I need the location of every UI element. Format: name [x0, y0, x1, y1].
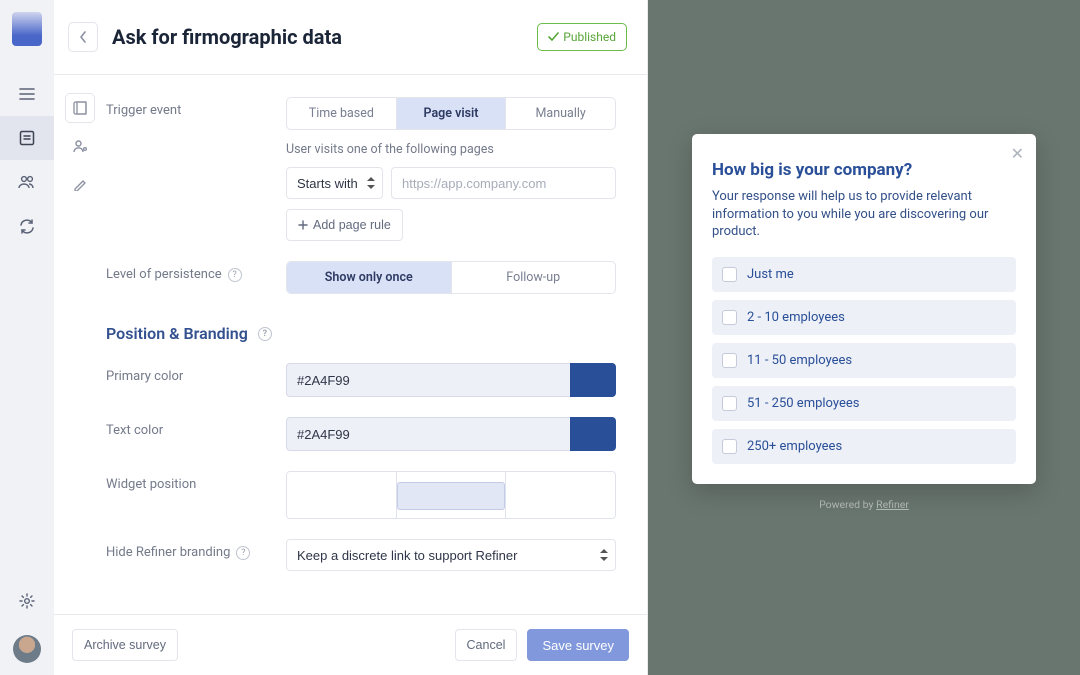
preview-pane: ✕ How big is your company? Your response…	[648, 0, 1080, 675]
survey-question: How big is your company?	[712, 160, 1016, 180]
nav-users-icon[interactable]	[0, 160, 54, 204]
topbar: Ask for firmographic data Published	[54, 0, 647, 75]
position-picker	[286, 471, 616, 519]
avatar[interactable]	[13, 635, 41, 663]
survey-option[interactable]: 250+ employees	[712, 429, 1016, 464]
seg-show-once[interactable]: Show only once	[287, 262, 452, 293]
archive-button[interactable]: Archive survey	[72, 629, 178, 661]
persistence-segment: Show only once Follow-up	[286, 261, 616, 294]
check-icon	[548, 32, 559, 42]
app-logo[interactable]	[12, 12, 42, 46]
nav-rail	[0, 0, 54, 675]
primary-color-label: Primary color	[106, 363, 286, 384]
text-color-label: Text color	[106, 417, 286, 438]
powered-by: Powered by Refiner	[692, 498, 1036, 511]
survey-option[interactable]: 11 - 50 employees	[712, 343, 1016, 378]
position-center[interactable]	[397, 472, 507, 518]
checkbox-icon	[722, 396, 737, 411]
nav-refresh-icon[interactable]	[0, 204, 54, 248]
tab-design-icon[interactable]	[65, 169, 95, 199]
checkbox-icon	[722, 353, 737, 368]
options-list: Just me 2 - 10 employees 11 - 50 employe…	[712, 257, 1016, 464]
survey-option[interactable]: 51 - 250 employees	[712, 386, 1016, 421]
published-badge: Published	[537, 23, 627, 51]
help-icon[interactable]: ?	[258, 327, 272, 341]
hide-branding-label: Hide Refiner branding ?	[106, 539, 286, 560]
trigger-segment: Time based Page visit Manually	[286, 97, 616, 130]
checkbox-icon	[722, 439, 737, 454]
persistence-label: Level of persistence ?	[106, 261, 286, 282]
seg-time-based[interactable]: Time based	[287, 98, 397, 129]
trigger-label: Trigger event	[106, 97, 286, 118]
url-input[interactable]	[391, 167, 616, 199]
seg-page-visit[interactable]: Page visit	[397, 98, 507, 129]
tab-content-icon[interactable]	[65, 93, 95, 123]
text-color-input[interactable]	[286, 417, 570, 451]
checkbox-icon	[722, 310, 737, 325]
trigger-hint: User visits one of the following pages	[286, 142, 616, 157]
add-page-rule-button[interactable]: Add page rule	[286, 209, 403, 241]
close-icon[interactable]: ✕	[1011, 144, 1024, 163]
hide-branding-select[interactable]: Keep a discrete link to support Refiner	[286, 539, 616, 571]
seg-follow-up[interactable]: Follow-up	[452, 262, 616, 293]
nav-surveys-icon[interactable]	[0, 116, 54, 160]
plus-icon	[298, 220, 308, 230]
primary-color-input[interactable]	[286, 363, 570, 397]
primary-color-swatch[interactable]	[570, 363, 616, 397]
refiner-link[interactable]: Refiner	[876, 498, 909, 511]
checkbox-icon	[722, 267, 737, 282]
page-title: Ask for firmographic data	[112, 25, 342, 49]
cancel-button[interactable]: Cancel	[455, 629, 518, 661]
survey-option[interactable]: 2 - 10 employees	[712, 300, 1016, 335]
position-left[interactable]	[287, 472, 397, 518]
editor-tab-rail	[54, 75, 106, 614]
survey-description: Your response will help us to provide re…	[712, 188, 1016, 241]
help-icon[interactable]: ?	[228, 268, 242, 282]
nav-menu-icon[interactable]	[0, 72, 54, 116]
text-color-swatch[interactable]	[570, 417, 616, 451]
survey-option[interactable]: Just me	[712, 257, 1016, 292]
branding-section-title: Position & Branding ?	[106, 324, 635, 343]
tab-audience-icon[interactable]	[65, 131, 95, 161]
survey-widget: ✕ How big is your company? Your response…	[692, 134, 1036, 484]
seg-manually[interactable]: Manually	[506, 98, 615, 129]
back-button[interactable]	[68, 22, 98, 52]
footer: Archive survey Cancel Save survey	[54, 614, 647, 675]
save-button[interactable]: Save survey	[527, 629, 629, 661]
help-icon[interactable]: ?	[236, 546, 250, 560]
nav-settings-icon[interactable]	[0, 579, 54, 623]
match-type-select[interactable]: Starts with	[286, 167, 383, 199]
widget-position-label: Widget position	[106, 471, 286, 492]
position-right[interactable]	[506, 472, 615, 518]
